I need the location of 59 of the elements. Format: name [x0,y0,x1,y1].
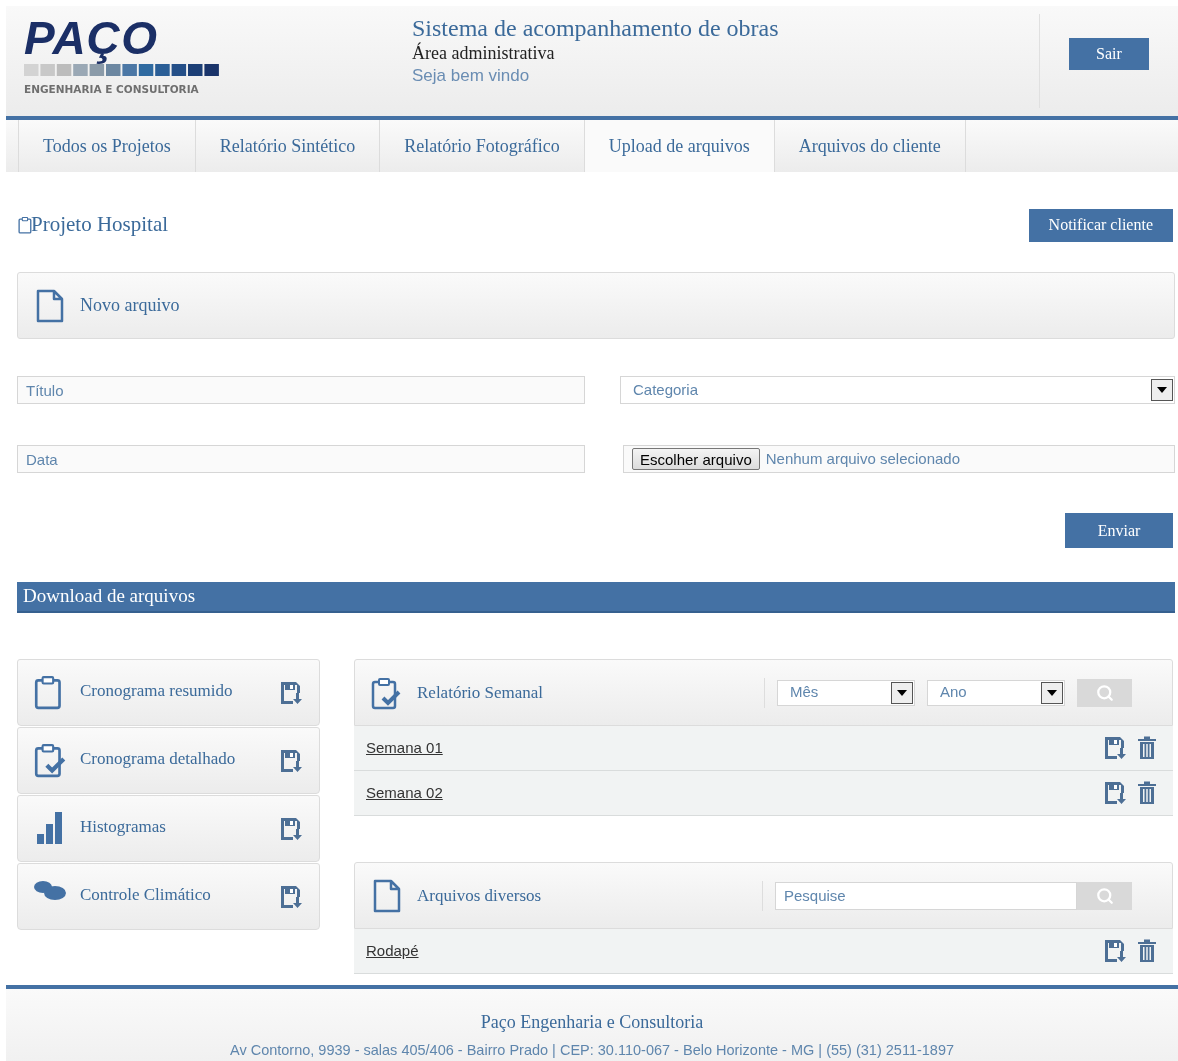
panel-title: Relatório Semanal [417,681,545,704]
file-link[interactable]: Semana 01 [366,736,443,760]
category-label: Cronograma detalhado [80,748,237,770]
category-select[interactable]: Categoria [620,376,1175,404]
search-icon [1095,683,1114,702]
download-icon[interactable] [1103,938,1129,964]
category-card[interactable]: Histogramas [17,795,320,862]
download-icon[interactable] [279,748,305,774]
nav-tab[interactable]: Upload de arquivos [583,120,774,172]
search-field[interactable]: Pesquise [775,881,1077,910]
logout-button[interactable]: Sair [1069,38,1149,70]
trash-icon[interactable] [1137,736,1157,760]
clouds-icon [33,878,67,902]
trash-icon[interactable] [1137,939,1157,963]
clipboard-check-icon [32,742,68,778]
area-subtitle: Área administrativa [412,42,556,64]
nav-tab[interactable]: Arquivos do cliente [773,120,966,172]
bar-chart-icon [35,810,65,844]
year-select[interactable]: Ano [927,679,1065,706]
notify-client-button[interactable]: Notificar cliente [1028,208,1173,242]
footer-company: Paço Engenharia e Consultoria [480,1011,704,1034]
search-icon [1095,886,1114,905]
trash-icon[interactable] [1137,781,1157,805]
month-select[interactable]: Mês [777,679,915,706]
text-field[interactable]: Título [17,376,585,404]
logo-wordmark: PAÇO [24,14,160,62]
footer-address: Av Contorno, 9939 - salas 405/406 - Bairro Prado | CEP: 30.110-067 - Belo Horizonte - MG | (55) (31) 2511-1897 [229,1041,955,1060]
logo-tagline: ENGENHARIA E CONSULTORIA [24,82,200,97]
category-label: Controle Climático [80,884,212,906]
category-card[interactable]: Controle Climático [17,863,320,930]
panel-title: Novo arquivo [80,294,180,317]
download-icon[interactable] [279,884,305,910]
text-field[interactable]: Data [17,445,585,473]
choose-file-button[interactable]: Escolher arquivo [632,448,760,470]
file-icon [36,288,64,323]
download-icon[interactable] [279,680,305,706]
category-card[interactable]: Cronograma detalhado [17,727,320,794]
file-link[interactable]: Rodapé [366,939,419,963]
panel-title: Arquivos diversos [417,884,543,907]
logo-squares-icon [24,64,220,76]
section-title: Download de arquivos [23,584,196,609]
system-title: Sistema de acompanhamento de obras [412,14,780,42]
category-label: Cronograma resumido [80,680,234,702]
caret-icon [897,689,907,696]
file-icon [373,878,401,913]
file-field[interactable]: Escolher arquivo Nenhum arquivo selecionado [623,445,1175,473]
file-link[interactable]: Semana 02 [366,781,443,805]
category-label: Histogramas [80,816,167,838]
category-card[interactable]: Cronograma resumido [17,659,320,726]
download-icon[interactable] [1103,780,1129,806]
download-icon[interactable] [279,816,305,842]
clipboard-check-icon [369,675,403,710]
download-icon[interactable] [1103,735,1129,761]
project-title: Projeto Hospital [31,211,169,239]
caret-icon [1047,689,1057,696]
welcome-text: Seja bem vindo [412,65,531,87]
file-status-text: Nenhum arquivo selecionado [765,448,961,469]
submit-button[interactable]: Enviar [1065,513,1173,548]
caret-icon [1157,387,1167,393]
